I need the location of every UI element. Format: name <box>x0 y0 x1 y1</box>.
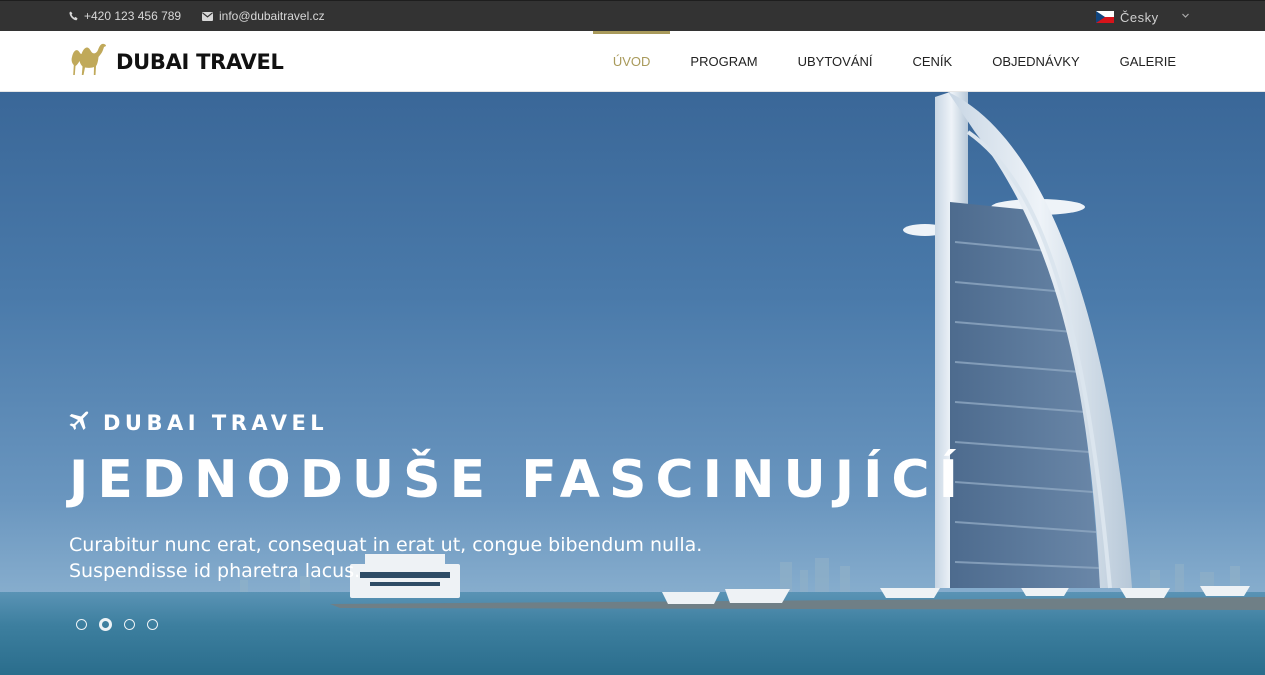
slider-dot-3[interactable] <box>124 619 135 630</box>
chevron-down-icon <box>1181 11 1190 20</box>
email-contact[interactable]: info@dubaitravel.cz <box>202 9 325 23</box>
phone-contact[interactable]: +420 123 456 789 <box>69 9 181 23</box>
language-select[interactable]: Česky <box>1096 7 1194 27</box>
nav-item-cenik[interactable]: CENÍK <box>892 31 972 92</box>
nav-item-uvod[interactable]: ÚVOD <box>592 31 671 92</box>
hero-caption: DUBAI TRAVEL JEDNODUŠE FASCINUJÍCÍ Curab… <box>69 410 967 584</box>
hero-lead-text: Curabitur nunc erat, consequat in erat u… <box>69 534 703 582</box>
nav-item-objednavky[interactable]: OBJEDNÁVKY <box>972 31 1099 92</box>
hero-kicker-text: DUBAI TRAVEL <box>103 411 329 435</box>
slider-pagination <box>76 618 158 631</box>
main-nav: ÚVOD PROGRAM UBYTOVÁNÍ CENÍK OBJEDNÁVKY … <box>592 31 1196 92</box>
envelope-icon <box>202 11 213 21</box>
language-label: Česky <box>1120 9 1159 25</box>
hero-kicker: DUBAI TRAVEL <box>69 410 967 436</box>
logo-text: DUBAI TRAVEL <box>116 49 284 74</box>
phone-icon <box>69 11 78 21</box>
hero-headline: JEDNODUŠE FASCINUJÍCÍ <box>69 450 967 510</box>
slider-dot-1[interactable] <box>76 619 87 630</box>
nav-item-galerie[interactable]: GALERIE <box>1100 31 1196 92</box>
camel-icon <box>69 41 107 82</box>
main-header: DUBAI TRAVEL ÚVOD PROGRAM UBYTOVÁNÍ CENÍ… <box>0 31 1265 92</box>
nav-item-program[interactable]: PROGRAM <box>670 31 777 92</box>
plane-icon <box>69 410 103 436</box>
czech-flag-icon <box>1096 11 1114 23</box>
top-bar: +420 123 456 789 info@dubaitravel.cz Čes… <box>0 0 1265 31</box>
slider-dot-4[interactable] <box>147 619 158 630</box>
site-logo[interactable]: DUBAI TRAVEL <box>69 41 284 82</box>
hero-slider: DUBAI TRAVEL JEDNODUŠE FASCINUJÍCÍ Curab… <box>0 92 1265 675</box>
nav-item-ubytovani[interactable]: UBYTOVÁNÍ <box>778 31 893 92</box>
phone-number: +420 123 456 789 <box>84 9 182 23</box>
slider-dot-2[interactable] <box>99 618 112 631</box>
email-address: info@dubaitravel.cz <box>219 9 325 23</box>
hero-background-image <box>0 92 1265 675</box>
